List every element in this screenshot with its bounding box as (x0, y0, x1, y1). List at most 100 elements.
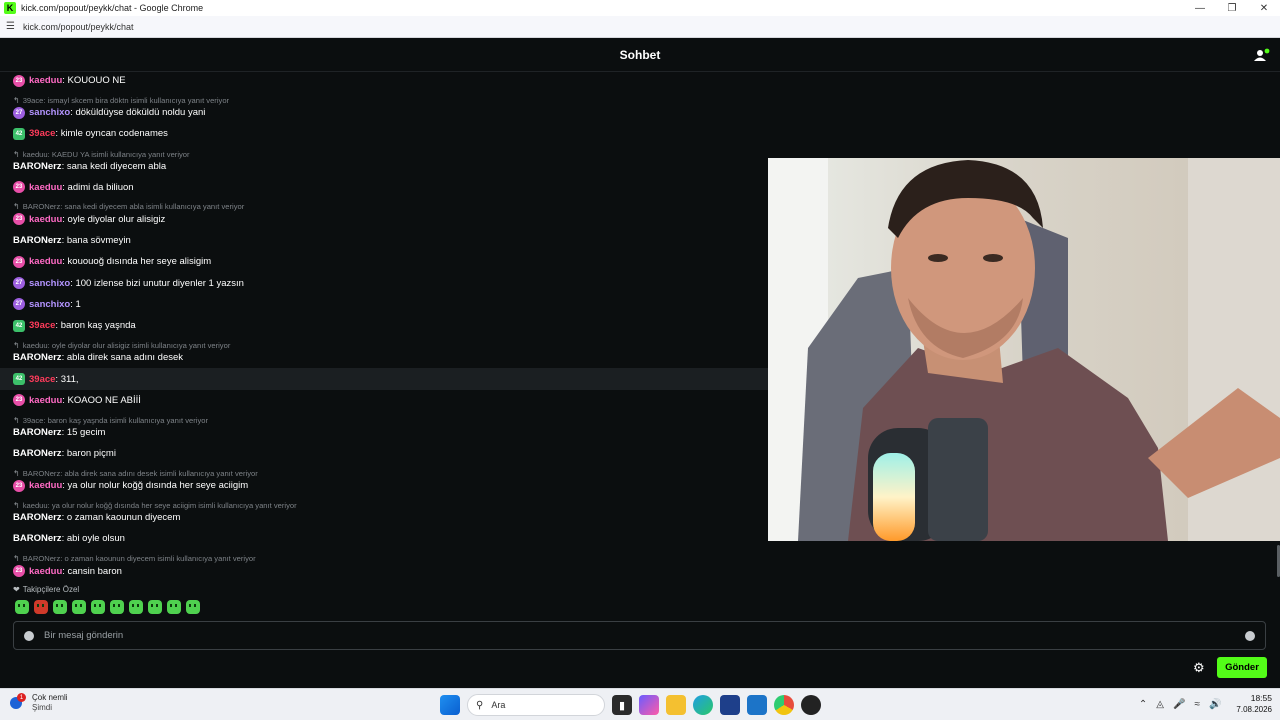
subscriber-badge-icon[interactable]: 23 (13, 479, 25, 492)
username[interactable]: BARONerz (13, 427, 62, 438)
outlook-icon[interactable] (747, 695, 767, 715)
reply-context[interactable]: ↰ 39ace: baron kaş yaşnda isimli kullanıc… (13, 416, 768, 425)
chat-message[interactable]: 27 sanchixo: 1 (0, 294, 768, 315)
emote-icon[interactable] (110, 600, 124, 614)
username[interactable]: kaeduu (29, 75, 62, 86)
subscriber-badge-icon[interactable]: 27 (13, 106, 25, 119)
chat-message[interactable]: 23 kaeduu: adimi da biliuon (0, 177, 768, 198)
users-icon[interactable] (1254, 48, 1270, 62)
close-icon[interactable]: ✕ (1248, 0, 1280, 16)
chat-message[interactable]: ↰ kaeduu: ya olur nolur koğğ dısında her … (0, 496, 768, 528)
username[interactable]: BARONerz (13, 512, 62, 523)
chat-message[interactable]: ↰ 39ace: ismayl skcem bira döktn isimli k… (0, 91, 768, 123)
chat-message[interactable]: 23 kaeduu: KOAOO NE ABİİİ (0, 390, 768, 411)
chat-message[interactable]: 42 39ace: kimle oyncan codenames (0, 123, 768, 144)
emoji-picker-icon[interactable] (1245, 630, 1255, 641)
subscriber-badge-icon[interactable]: 42 (13, 373, 25, 386)
subscriber-badge-icon[interactable]: 23 (13, 181, 25, 194)
username[interactable]: 39ace (29, 320, 55, 331)
app-icon[interactable] (801, 695, 821, 715)
reply-context[interactable]: ↰ 39ace: ismayl skcem bira döktn isimli k… (13, 96, 768, 105)
username[interactable]: sanchixo (29, 107, 70, 118)
username[interactable]: kaeduu (29, 214, 62, 225)
emote-icon[interactable] (72, 600, 86, 614)
chat-message[interactable]: ↰ kaeduu: KAEDU YA isimli kullanıcıya yan… (0, 145, 768, 177)
username[interactable]: kaeduu (29, 395, 62, 406)
network-icon[interactable]: ◬ (1156, 699, 1164, 710)
username[interactable]: sanchixo (29, 299, 70, 310)
chat-settings-gear-icon[interactable]: ⚙ (1193, 661, 1207, 675)
chevron-up-icon[interactable]: ⌃ (1139, 699, 1147, 710)
username[interactable]: BARONerz (13, 448, 62, 459)
taskbar-search[interactable]: ⚲ Ara (467, 694, 605, 716)
chat-message[interactable]: 23 kaeduu: KOUOUO NE (0, 70, 768, 91)
message-input[interactable] (44, 630, 1245, 641)
edge-icon[interactable] (693, 695, 713, 715)
subscriber-badge-icon[interactable]: 42 (13, 127, 25, 140)
store-icon[interactable] (720, 695, 740, 715)
emote-icon[interactable] (129, 600, 143, 614)
emote-icon[interactable] (91, 600, 105, 614)
microphone-icon[interactable]: 🎤 (1173, 699, 1185, 710)
site-settings-icon[interactable]: ☰ (6, 21, 15, 32)
emote-icon[interactable] (53, 600, 67, 614)
send-button[interactable]: Gönder (1217, 657, 1267, 678)
chat-message[interactable]: 23 kaeduu: kououoğ dısında her seye alisi… (0, 251, 768, 272)
url-text[interactable]: kick.com/popout/peykk/chat (23, 22, 134, 32)
clock[interactable]: 18:55 7.08.2026 (1236, 693, 1272, 715)
username[interactable]: kaeduu (29, 480, 62, 491)
username[interactable]: kaeduu (29, 566, 62, 577)
username[interactable]: 39ace (29, 374, 55, 385)
chat-message-list[interactable]: 23 kaeduu: KOUOUO NE ↰ 39ace: ismayl skcem … (0, 70, 768, 580)
chat-message[interactable]: 42 39ace: baron kaş yaşnda (0, 315, 768, 336)
subscriber-badge-icon[interactable]: 42 (13, 319, 25, 332)
copilot-icon[interactable] (639, 695, 659, 715)
subscriber-badge-icon[interactable]: 27 (13, 298, 25, 311)
chat-message[interactable]: ↰ BARONerz: sana kedi diyecem abla isimli… (0, 198, 768, 230)
subscriber-badge-icon[interactable]: 23 (13, 255, 25, 268)
subscriber-badge-icon[interactable]: 23 (13, 394, 25, 407)
chat-message[interactable]: ↰ BARONerz: abla direk sana adını desek i… (0, 464, 768, 496)
windows-start-icon[interactable] (440, 695, 460, 715)
username[interactable]: BARONerz (13, 352, 62, 363)
reply-context[interactable]: ↰ BARONerz: sana kedi diyecem abla isimli… (13, 202, 768, 211)
username[interactable]: kaeduu (29, 182, 62, 193)
subscriber-badge-icon[interactable]: 23 (13, 565, 25, 578)
username[interactable]: kaeduu (29, 256, 62, 267)
username[interactable]: 39ace (29, 128, 55, 139)
address-bar[interactable]: ☰ kick.com/popout/peykk/chat (0, 16, 1280, 38)
chat-message[interactable]: BARONerz: baron piçmi (0, 443, 768, 464)
emote-icon[interactable] (34, 600, 48, 614)
reply-context[interactable]: ↰ kaeduu: oyle diyolar olur alisigiz isim… (13, 341, 768, 350)
chat-message[interactable]: 42 39ace: 311, (0, 368, 768, 390)
chat-message[interactable]: BARONerz: bana sövmeyin (0, 230, 768, 251)
task-view-icon[interactable]: ▮ (612, 695, 632, 715)
chat-input-box[interactable] (13, 621, 1266, 650)
weather-widget[interactable]: 1 Çok nemli Şimdi (10, 693, 68, 713)
username[interactable]: BARONerz (13, 235, 62, 246)
username[interactable]: sanchixo (29, 278, 70, 289)
emote-icon[interactable] (15, 600, 29, 614)
chat-message[interactable]: 27 sanchixo: 100 izlense bizi unutur diye… (0, 272, 768, 293)
username[interactable]: BARONerz (13, 533, 62, 544)
chat-message[interactable]: BARONerz: abi oyle olsun (0, 528, 768, 549)
subscriber-badge-icon[interactable]: 23 (13, 213, 25, 226)
chat-message[interactable]: ↰ kaeduu: oyle diyolar olur alisigiz isim… (0, 336, 768, 368)
wifi-icon[interactable]: ≈ (1194, 699, 1200, 710)
minimize-icon[interactable]: — (1184, 0, 1216, 16)
reply-context[interactable]: ↰ BARONerz: o zaman kaounun diyecem isiml… (13, 554, 768, 563)
chat-message[interactable]: ↰ BARONerz: o zaman kaounun diyecem isiml… (0, 550, 768, 580)
emote-icon[interactable] (186, 600, 200, 614)
emote-icon[interactable] (148, 600, 162, 614)
volume-icon[interactable]: 🔊 (1209, 699, 1221, 710)
chat-message[interactable]: ↰ 39ace: baron kaş yaşnda isimli kullanıc… (0, 411, 768, 443)
reply-context[interactable]: ↰ BARONerz: abla direk sana adını desek i… (13, 469, 768, 478)
emote-icon[interactable] (167, 600, 181, 614)
chrome-icon[interactable] (774, 695, 794, 715)
username[interactable]: BARONerz (13, 161, 62, 172)
restore-icon[interactable]: ❐ (1216, 0, 1248, 16)
video-preview[interactable] (768, 158, 1280, 541)
subscriber-badge-icon[interactable]: 23 (13, 74, 25, 87)
file-explorer-icon[interactable] (666, 695, 686, 715)
reply-context[interactable]: ↰ kaeduu: ya olur nolur koğğ dısında her … (13, 501, 768, 510)
